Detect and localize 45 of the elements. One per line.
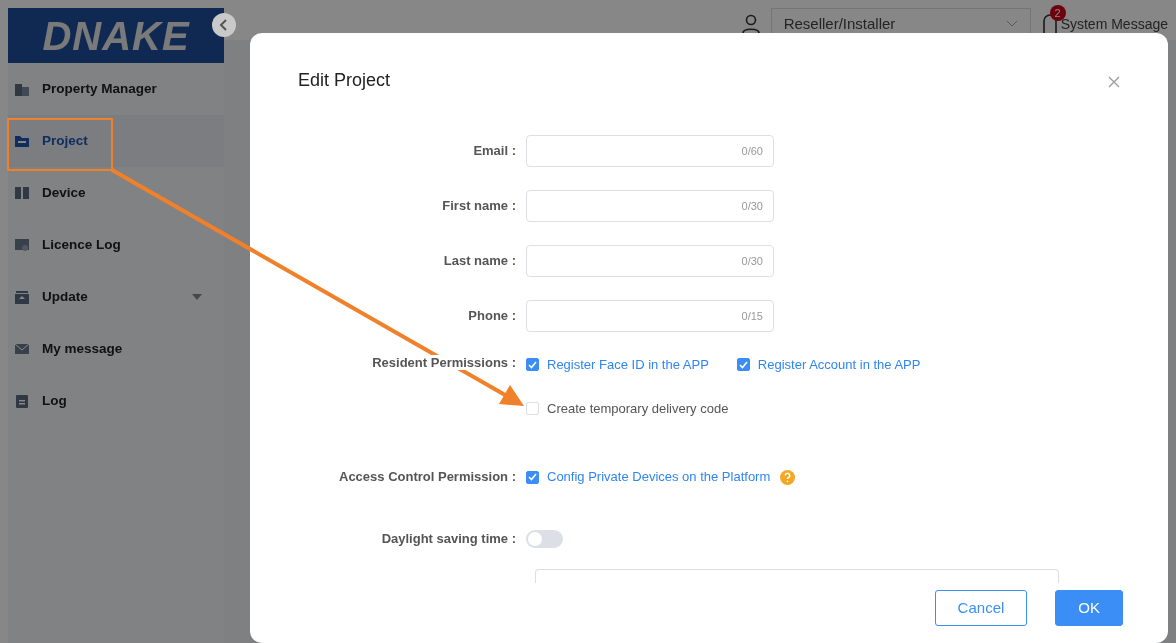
toggle-switch[interactable] [526, 530, 563, 548]
ok-button[interactable]: OK [1055, 590, 1123, 626]
checkbox-option[interactable]: Config Private Devices on the Platform [526, 467, 771, 487]
logo: DNAKE [42, 12, 190, 60]
field-label: Resident Permissions : [372, 355, 516, 370]
text-input[interactable]: 0/30 [526, 245, 774, 277]
upload-box-icon [14, 289, 30, 305]
envelope-icon [14, 341, 30, 357]
chevron-left-icon [219, 19, 229, 31]
sidebar-item[interactable]: Update [8, 271, 224, 323]
text-input[interactable]: 0/60 [526, 135, 774, 167]
character-counter: 0/30 [741, 253, 763, 269]
character-counter: 0/15 [741, 308, 763, 324]
dialog-title: Edit Project [298, 69, 391, 92]
user-icon [740, 14, 761, 34]
help-icon[interactable] [780, 469, 796, 485]
field-label: Email : [472, 142, 517, 161]
character-counter: 0/30 [741, 198, 763, 214]
chevron-down-icon [1005, 20, 1018, 28]
field-label: First name : [441, 197, 517, 216]
field-label: Phone : [467, 307, 517, 326]
text-input[interactable]: 0/15 [526, 300, 774, 332]
checkbox[interactable] [526, 470, 539, 484]
device-icon [14, 185, 30, 201]
sidebar-item[interactable]: Log [8, 375, 224, 427]
cancel-button[interactable]: Cancel [934, 590, 1028, 626]
sidebar-item[interactable]: Licence Log [8, 219, 224, 271]
checkbox-option[interactable]: Register Face ID in the APP [526, 355, 709, 375]
character-counter: 0/60 [741, 143, 763, 159]
sidebar-item[interactable]: Property Manager [8, 63, 224, 115]
sidebar-item[interactable]: Device [8, 167, 224, 219]
checkbox[interactable] [736, 358, 750, 372]
checkbox[interactable] [526, 358, 539, 372]
field-label: Last name : [442, 252, 517, 271]
field-label: Daylight saving time : [380, 530, 517, 549]
text-input[interactable]: 0/30 [526, 190, 774, 222]
checkbox-option[interactable]: Register Account in the APP [736, 355, 921, 375]
building-icon [14, 81, 30, 97]
field-label: Access Control Permission : [338, 468, 517, 487]
certificate-icon [14, 237, 30, 253]
clipboard-icon [14, 393, 30, 409]
checkbox-option[interactable]: Create temporary delivery code [526, 398, 729, 418]
folder-icon [14, 133, 30, 149]
sidebar-item[interactable]: My message [8, 323, 224, 375]
sidebar-item[interactable]: Project [8, 115, 224, 167]
